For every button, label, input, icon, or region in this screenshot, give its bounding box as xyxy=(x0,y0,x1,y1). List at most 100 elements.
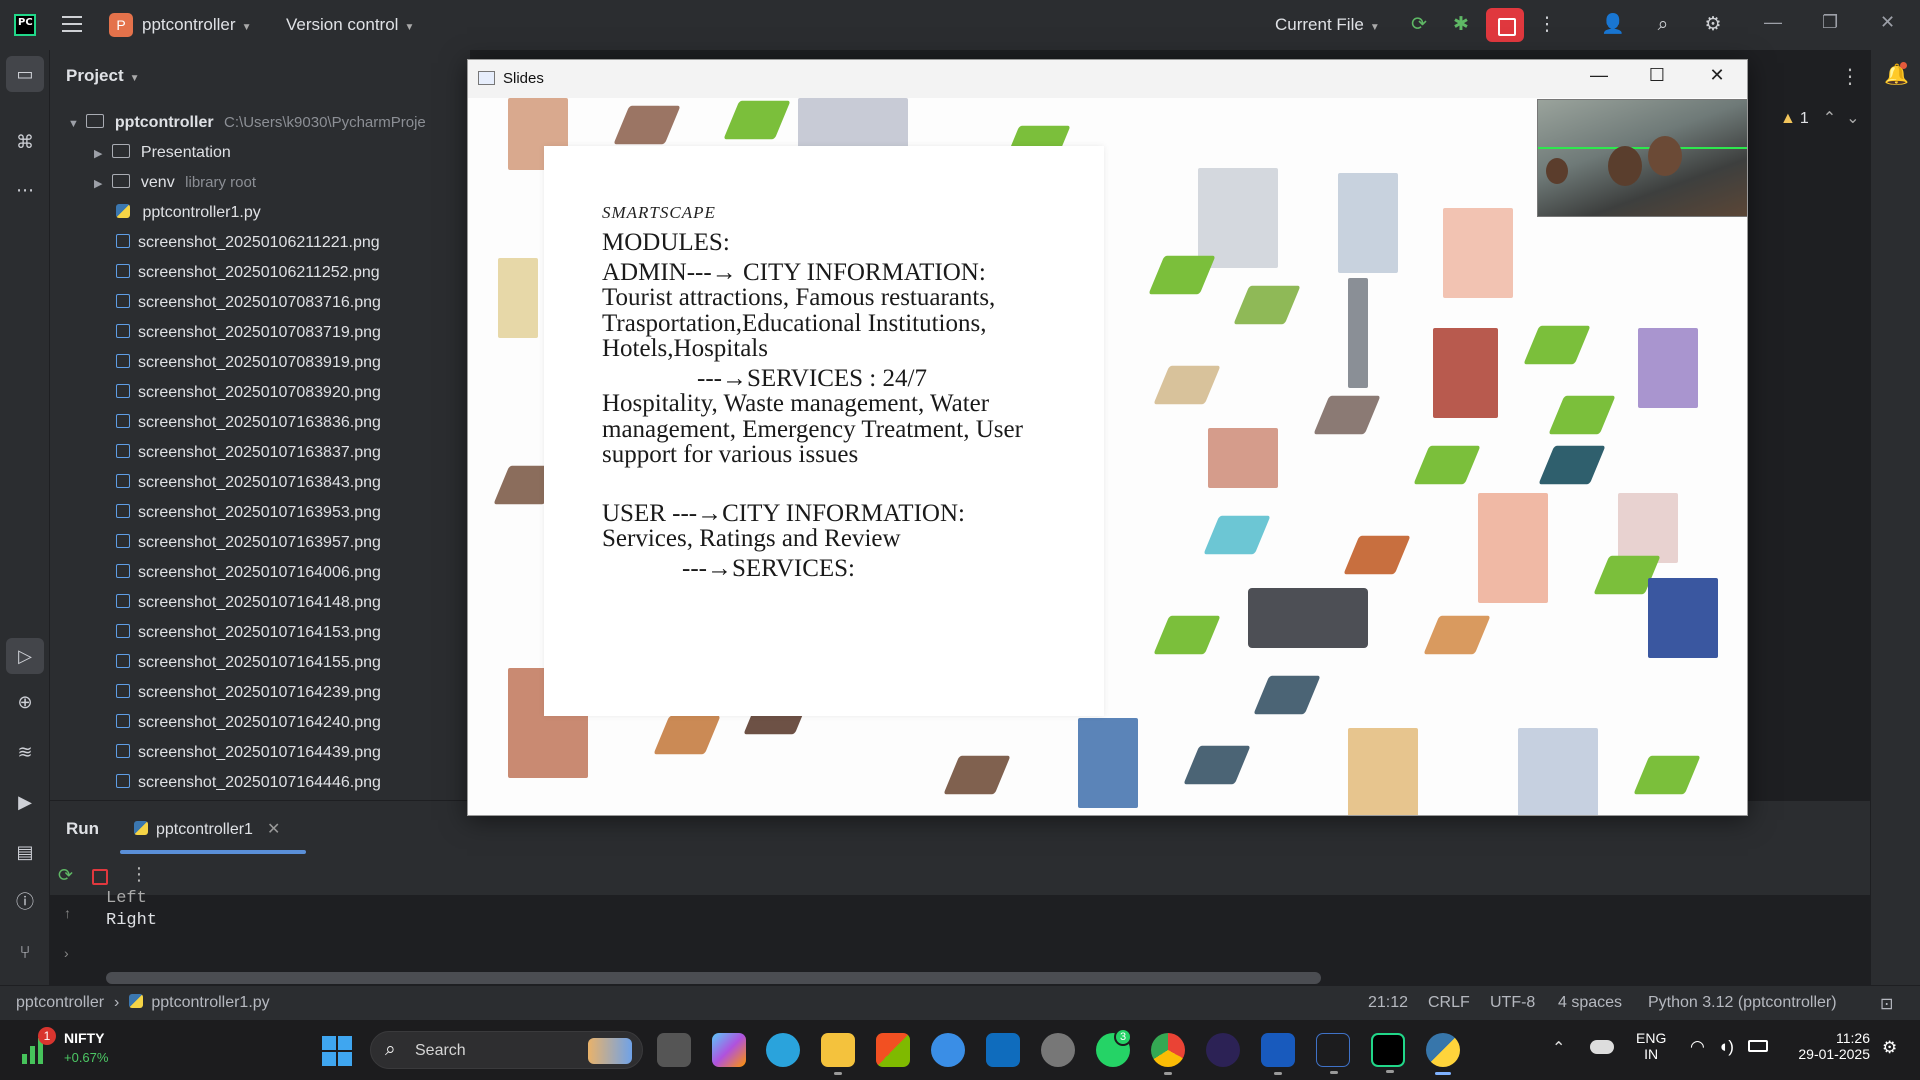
minimize-icon[interactable]: — xyxy=(1764,12,1782,33)
python-console-icon[interactable]: ⊕ xyxy=(13,690,37,714)
stop-button[interactable] xyxy=(1486,8,1524,42)
rerun-icon[interactable]: ⟳ xyxy=(1406,12,1432,38)
minimize-icon[interactable]: — xyxy=(1576,65,1622,86)
arrow-up-icon[interactable]: ↑ xyxy=(64,905,71,921)
tree-file-png[interactable]: screenshot_20250107083919.png xyxy=(116,348,381,378)
stop-icon[interactable] xyxy=(92,869,108,885)
microsoft-store-icon[interactable] xyxy=(876,1033,910,1067)
run-tab[interactable]: pptcontroller1 ✕ xyxy=(134,819,280,839)
tree-file-png[interactable]: screenshot_20250107083716.png xyxy=(116,288,381,318)
chevron-up-icon[interactable]: ⌃ xyxy=(1823,110,1836,127)
stock-name[interactable]: NIFTY xyxy=(64,1030,104,1046)
tree-file-png[interactable]: screenshot_20250107163953.png xyxy=(116,498,381,528)
project-tool-folder-icon[interactable]: ▭ xyxy=(6,56,44,92)
debug-icon[interactable]: ✱ xyxy=(1448,12,1474,38)
battery-icon[interactable] xyxy=(1748,1040,1768,1052)
tree-file-png[interactable]: screenshot_20250107163843.png xyxy=(116,468,381,498)
caret-position[interactable]: 21:12 xyxy=(1368,994,1408,1012)
horizontal-scrollbar[interactable] xyxy=(106,972,1321,984)
tree-root[interactable]: ▼ pptcontroller C:\Users\k9030\PycharmPr… xyxy=(68,108,426,138)
language-indicator[interactable]: ENG IN xyxy=(1636,1030,1666,1062)
close-tab-icon[interactable]: ✕ xyxy=(267,821,280,838)
tree-file-py[interactable]: pptcontroller1.py xyxy=(116,198,261,228)
more-actions-icon[interactable]: ⋮ xyxy=(130,864,148,885)
chevron-up-icon[interactable]: ⌃ xyxy=(1552,1038,1565,1058)
tree-file-png[interactable]: screenshot_20250107164240.png xyxy=(116,708,381,738)
tree-file-png[interactable]: screenshot_20250107164006.png xyxy=(116,558,381,588)
indent-setting[interactable]: 4 spaces xyxy=(1558,994,1622,1012)
line-separator[interactable]: CRLF xyxy=(1428,994,1470,1012)
add-user-icon[interactable]: 👤 xyxy=(1600,12,1626,38)
tree-file-png[interactable]: screenshot_20250107164239.png xyxy=(116,678,381,708)
run-tool-icon[interactable]: ▷ xyxy=(6,638,44,674)
chevron-right-icon[interactable]: ▶ xyxy=(94,169,108,199)
breadcrumb[interactable]: pptcontroller › pptcontroller1.py xyxy=(16,993,270,1012)
tree-file-png[interactable]: screenshot_20250107164439.png xyxy=(116,738,381,768)
file-explorer-icon[interactable] xyxy=(821,1033,855,1075)
chevron-down-icon[interactable]: ⌄ xyxy=(1846,110,1859,127)
pen-app-icon[interactable] xyxy=(1316,1033,1350,1074)
chevron-right-icon[interactable]: › xyxy=(64,945,69,961)
pycharm-logo-icon[interactable]: PC xyxy=(14,14,36,36)
python-interpreter[interactable]: Python 3.12 (pptcontroller) xyxy=(1648,994,1837,1012)
chevron-right-icon[interactable]: ▶ xyxy=(94,139,108,169)
volume-icon[interactable]: ◖) xyxy=(1718,1037,1734,1057)
wifi-icon[interactable]: ◠ xyxy=(1690,1037,1705,1057)
project-panel-header[interactable]: Project ▼ xyxy=(66,66,140,86)
search-icon[interactable]: ⌕ xyxy=(1650,12,1676,38)
version-control-menu[interactable]: Version control ▼ xyxy=(286,15,414,35)
services-icon[interactable]: ▶ xyxy=(13,790,37,814)
tree-file-png[interactable]: screenshot_20250107163836.png xyxy=(116,408,381,438)
outlook-icon[interactable] xyxy=(986,1033,1020,1067)
inspection-widget[interactable]: ▲ 1 ⌃ ⌄ xyxy=(1780,108,1860,128)
start-windows-icon[interactable] xyxy=(322,1036,352,1066)
word-icon[interactable] xyxy=(1261,1033,1295,1075)
help-icon[interactable] xyxy=(931,1033,965,1067)
more-actions-icon[interactable]: ⋮ xyxy=(1534,12,1560,38)
problems-icon[interactable]: ⓘ xyxy=(13,890,37,914)
tree-file-png[interactable]: screenshot_20250107164153.png xyxy=(116,618,381,648)
structure-tool-icon[interactable]: ⌘ xyxy=(13,130,37,154)
run-config-selector[interactable]: Current File ▼ xyxy=(1275,15,1380,35)
tree-file-png[interactable]: screenshot_20250106211252.png xyxy=(116,258,380,288)
onedrive-icon[interactable] xyxy=(1590,1040,1614,1054)
copilot-icon[interactable] xyxy=(712,1033,746,1067)
chrome-icon[interactable] xyxy=(1151,1033,1185,1075)
tree-file-png[interactable]: screenshot_20250107163957.png xyxy=(116,528,381,558)
tree-file-png[interactable]: screenshot_20250107083920.png xyxy=(116,378,381,408)
chevron-down-icon[interactable]: ▼ xyxy=(68,109,82,139)
main-menu-icon[interactable] xyxy=(62,16,82,32)
clock[interactable]: 11:26 29-01-2025 xyxy=(1786,1030,1870,1062)
eclipse-icon[interactable] xyxy=(1206,1033,1240,1067)
tree-file-png[interactable]: screenshot_20250107163837.png xyxy=(116,438,381,468)
terminal-icon[interactable]: ▤ xyxy=(13,840,37,864)
tree-folder-presentation[interactable]: ▶ Presentation xyxy=(94,138,231,168)
lock-icon[interactable]: ⊡ xyxy=(1880,994,1893,1014)
maximize-icon[interactable]: ☐ xyxy=(1634,65,1680,86)
pycharm-icon[interactable] xyxy=(1371,1033,1405,1073)
python-icon[interactable] xyxy=(1426,1033,1460,1075)
task-view-icon[interactable] xyxy=(657,1033,691,1067)
project-switcher[interactable]: pptcontroller ▼ xyxy=(142,15,251,35)
tree-file-png[interactable]: screenshot_20250107083719.png xyxy=(116,318,381,348)
tree-file-png[interactable]: screenshot_20250106211221.png xyxy=(116,228,380,258)
more-tools-icon[interactable]: ⋯ xyxy=(13,178,37,202)
project-badge[interactable]: P xyxy=(109,13,133,37)
taskbar-search[interactable]: ⌕ Search xyxy=(370,1031,643,1069)
editor-more-icon[interactable]: ⋮ xyxy=(1840,64,1860,89)
python-packages-icon[interactable]: ≋ xyxy=(13,740,37,764)
restore-icon[interactable]: ❐ xyxy=(1822,12,1838,33)
file-encoding[interactable]: UTF-8 xyxy=(1490,994,1535,1012)
tree-file-png[interactable]: screenshot_20250107164148.png xyxy=(116,588,381,618)
settings-gear-icon[interactable]: ⚙ xyxy=(1700,12,1726,38)
git-icon[interactable]: ⑂ xyxy=(13,940,37,964)
tree-file-png[interactable]: screenshot_20250107164446.png xyxy=(116,768,381,798)
close-icon[interactable]: ✕ xyxy=(1880,12,1895,33)
notification-center-icon[interactable]: ⚙ xyxy=(1882,1038,1897,1058)
settings-gear-icon[interactable] xyxy=(1041,1033,1075,1067)
rerun-icon[interactable]: ⟳ xyxy=(58,865,73,886)
tree-folder-venv[interactable]: ▶ venv library root xyxy=(94,168,256,198)
close-icon[interactable]: ✕ xyxy=(1694,65,1740,86)
telegram-icon[interactable] xyxy=(766,1033,800,1067)
tree-file-png[interactable]: screenshot_20250107164155.png xyxy=(116,648,381,678)
